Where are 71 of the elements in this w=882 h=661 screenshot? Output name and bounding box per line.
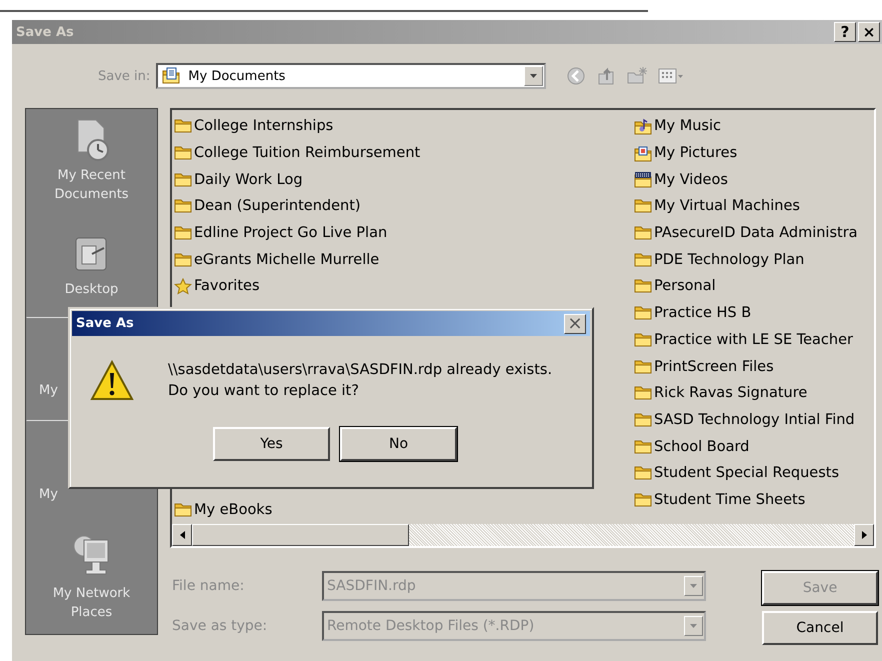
dialog-title: Save As — [76, 316, 134, 331]
folder-icon — [634, 360, 652, 374]
folder-icon — [174, 119, 192, 134]
scrollbar-thumb[interactable] — [192, 524, 409, 546]
music-folder-icon — [634, 118, 652, 135]
file-item[interactable]: PAsecureID Data Administra — [634, 220, 874, 246]
no-button[interactable]: No — [340, 427, 457, 461]
file-item[interactable]: My Virtual Machines — [634, 193, 874, 220]
file-item[interactable]: My eBooks — [174, 496, 634, 523]
file-item[interactable]: Dean (Superintendent) — [174, 193, 634, 220]
file-item[interactable]: Practice with LE SE Teacher — [634, 326, 874, 354]
file-item[interactable]: School Board — [634, 433, 874, 460]
horizontal-scrollbar[interactable] — [172, 523, 874, 546]
file-item[interactable]: Personal — [634, 273, 874, 300]
file-item[interactable]: College Internships — [174, 113, 634, 140]
folder-icon — [174, 199, 192, 214]
documents-folder-icon — [162, 67, 182, 85]
close-button[interactable]: × — [564, 314, 586, 334]
save-in-label: Save in: — [98, 68, 150, 84]
cancel-button[interactable]: Cancel — [762, 611, 878, 645]
file-item[interactable]: My Music — [634, 113, 874, 140]
file-item[interactable]: Practice HS B — [634, 300, 874, 326]
file-item[interactable]: My Videos — [634, 166, 874, 194]
new-folder-icon — [626, 66, 648, 86]
right-arrow-icon — [862, 531, 866, 539]
file-name-label: File name: — [172, 578, 246, 594]
scroll-left-button[interactable] — [172, 524, 192, 546]
file-item[interactable]: Daily Work Log — [174, 166, 634, 194]
window-title: Save As — [16, 24, 74, 40]
file-item[interactable]: PDE Technology Plan — [634, 246, 874, 274]
file-item[interactable]: My Pictures — [634, 140, 874, 166]
yes-button[interactable]: Yes — [213, 427, 330, 461]
folder-icon — [634, 412, 652, 427]
star-icon — [174, 278, 192, 295]
folder-icon — [634, 252, 652, 267]
back-icon — [566, 66, 586, 86]
folder-icon — [634, 332, 652, 347]
left-arrow-icon — [180, 531, 184, 539]
scroll-right-button[interactable] — [854, 524, 874, 546]
help-button[interactable]: ? — [834, 22, 856, 42]
folder-icon — [634, 440, 652, 454]
file-item[interactable]: PrintScreen Files — [634, 353, 874, 380]
view-menu-icon — [658, 66, 684, 86]
file-item[interactable]: Edline Project Go Live Plan — [174, 220, 634, 246]
file-item[interactable]: Rick Ravas Signature — [634, 380, 874, 407]
save-in-dropdown[interactable]: My Documents — [156, 63, 546, 89]
file-item[interactable]: College Tuition Reimbursement — [174, 140, 634, 166]
folder-icon — [634, 306, 652, 320]
folder-icon — [174, 146, 192, 160]
folder-icon — [174, 226, 192, 240]
folder-icon — [634, 492, 652, 507]
warning-icon — [90, 360, 134, 402]
save-as-type-label: Save as type: — [172, 618, 268, 634]
up-folder-icon — [596, 66, 616, 86]
folder-icon — [174, 172, 192, 187]
file-item[interactable]: SASD Technology Intial Find — [634, 406, 874, 434]
folder-icon — [634, 279, 652, 294]
videos-folder-icon — [634, 171, 652, 188]
folder-icon — [634, 386, 652, 400]
message-text: \\sasdetdata\users\rrava\SASDFIN.rdp already exists. Do you want to replace it? — [168, 361, 552, 401]
folder-icon — [634, 199, 652, 214]
file-item[interactable]: Student Time Sheets — [634, 486, 874, 514]
folder-icon — [174, 252, 192, 267]
pictures-folder-icon — [634, 144, 652, 162]
folder-icon — [174, 502, 192, 517]
folder-icon — [634, 226, 652, 240]
file-item[interactable]: Favorites — [174, 273, 634, 300]
folder-icon — [634, 466, 652, 480]
close-button[interactable]: × — [858, 22, 880, 42]
file-item[interactable]: Student Special Requests — [634, 460, 874, 487]
file-item[interactable]: eGrants Michelle Murrelle — [174, 246, 634, 274]
